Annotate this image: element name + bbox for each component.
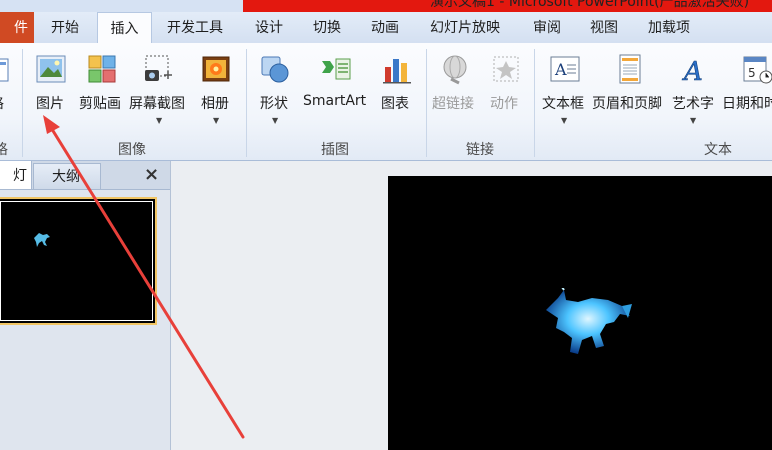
annotation-arrow [43,115,245,439]
